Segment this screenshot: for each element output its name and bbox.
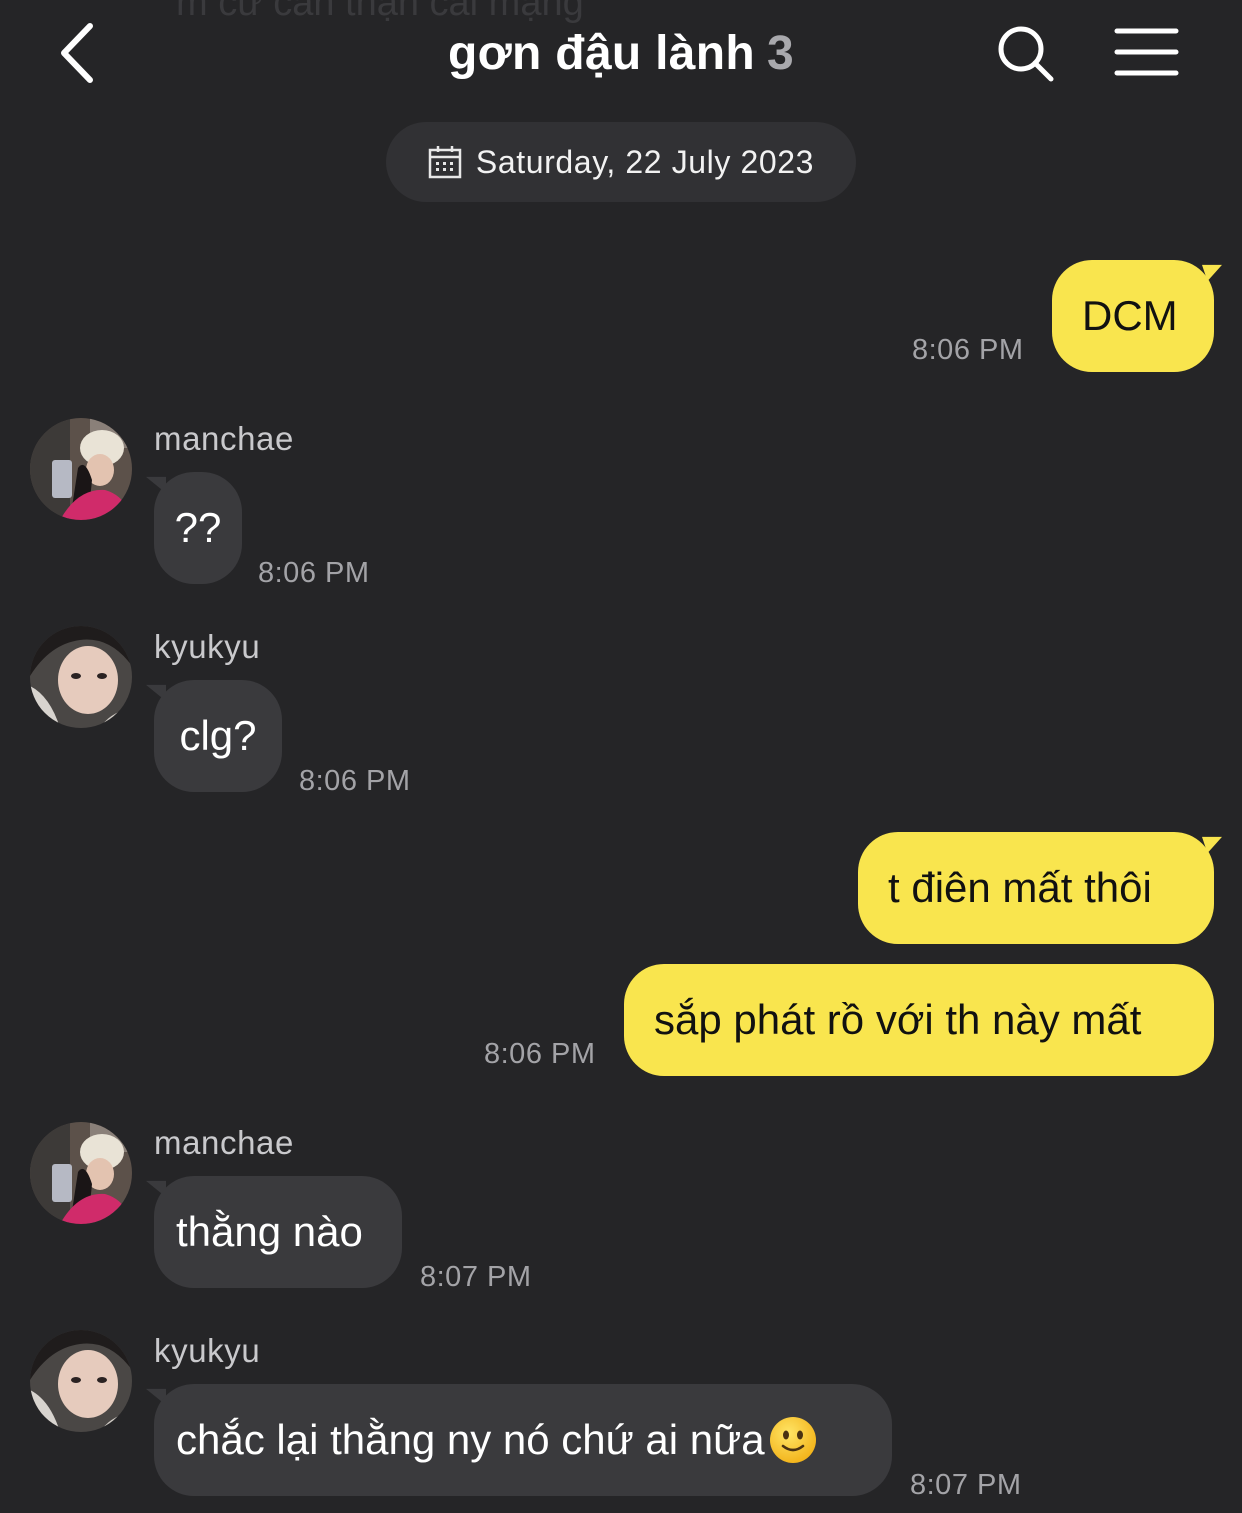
avatar-manchae[interactable] (30, 1122, 132, 1224)
bubble-tail (1202, 836, 1222, 854)
incoming-message-bubble[interactable]: ?? (154, 472, 242, 584)
message-time: 8:06 PM (912, 334, 1024, 366)
incoming-message-bubble[interactable]: thằng nào (154, 1176, 402, 1288)
outgoing-message-bubble[interactable]: sắp phát rồ với th này mất (624, 964, 1214, 1076)
message-text: chắc lại thằng ny nó chứ ai nữa (176, 1416, 765, 1463)
message-time: 8:07 PM (910, 1469, 1022, 1501)
hamburger-menu-icon (1114, 28, 1179, 76)
member-count: 3 (767, 27, 795, 80)
message-text: clg? (179, 712, 257, 759)
sender-name: manchae (154, 1124, 294, 1161)
message-text: sắp phát rồ với th này mất (654, 996, 1142, 1043)
message-text: thằng nào (176, 1208, 363, 1255)
message-text: DCM (1082, 292, 1178, 339)
bubble-tail (1202, 264, 1222, 282)
profile-photo (30, 626, 132, 728)
avatar-kyukyu[interactable] (30, 626, 132, 728)
message-text: t điên mất thôi (888, 864, 1152, 911)
date-text: Saturday, 22 July 2023 (475, 143, 815, 180)
outgoing-message-bubble[interactable]: t điên mất thôi (858, 832, 1214, 944)
message-time: 8:06 PM (299, 765, 411, 797)
profile-photo (30, 1122, 132, 1224)
sender-name: kyukyu (154, 628, 261, 665)
incoming-message-bubble[interactable]: clg? (154, 680, 282, 792)
avatar-manchae[interactable] (30, 418, 132, 520)
profile-photo (30, 1330, 132, 1432)
avatar-kyukyu[interactable] (30, 1330, 132, 1432)
incoming-message-bubble[interactable]: chắc lại thằng ny nó chứ ai nữa (154, 1384, 892, 1496)
calendar-icon (428, 146, 462, 179)
search-icon (998, 26, 1054, 82)
message-time: 8:06 PM (258, 557, 370, 589)
profile-photo (30, 418, 132, 520)
message-text: ?? (174, 504, 222, 551)
slightly-smiling-face-icon (769, 1417, 816, 1463)
sender-name: manchae (154, 420, 294, 457)
date-divider: Saturday, 22 July 2023 (386, 122, 856, 202)
message-time: 8:07 PM (420, 1261, 532, 1293)
chat-header: gơn đậu lành 3 (0, 0, 1242, 110)
menu-button[interactable] (1112, 26, 1182, 80)
outgoing-message-bubble[interactable]: DCM (1052, 260, 1214, 372)
message-time: 8:06 PM (484, 1038, 596, 1070)
chat-name: gơn đậu lành (447, 27, 756, 80)
sender-name: kyukyu (154, 1332, 261, 1369)
search-button[interactable] (994, 22, 1058, 86)
